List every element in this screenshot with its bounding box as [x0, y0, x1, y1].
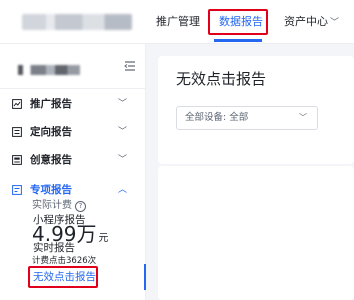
sidebar-item-promotion-report[interactable]: 推广报告 ﹀ [0, 90, 146, 118]
stat-card [158, 166, 354, 300]
creative-icon [12, 155, 22, 165]
sidebar-item-creative-report[interactable]: 创意报告 ﹀ [0, 146, 146, 174]
sidebar-divider [0, 88, 146, 89]
stat-subtext: 计费点击3626次 [32, 256, 97, 266]
special-report-icon [12, 185, 22, 195]
top-navigation: 推广管理 数据报告 资产中心 ﹀ [0, 0, 354, 44]
target-list-icon [12, 127, 22, 137]
sidebar-item-label: 推广报告 [30, 98, 72, 110]
account-name [18, 65, 80, 75]
chevron-down-icon: ﹀ [330, 18, 340, 28]
chevron-down-icon: ﹀ [118, 99, 128, 109]
main-content: 无效点击报告 全部设备: 全部 ﹀ [146, 44, 354, 300]
help-icon[interactable]: ? [75, 201, 86, 212]
sidebar-item-label: 定向报告 [30, 126, 72, 138]
device-filter-value: 全部 [229, 112, 249, 123]
chevron-down-icon: ﹀ [118, 127, 128, 137]
filter-card: 无效点击报告 全部设备: 全部 ﹀ [158, 56, 354, 164]
active-tab-indicator [214, 39, 262, 42]
menu-collapse-icon[interactable] [124, 60, 136, 72]
nav-tab-promotion[interactable]: 推广管理 [156, 12, 200, 32]
sidebar-item-targeting-report[interactable]: 定向报告 ﹀ [0, 118, 146, 146]
highlight-box [208, 9, 268, 35]
chevron-down-icon: ﹀ [299, 113, 307, 122]
nav-tab-label: 推广管理 [156, 15, 200, 28]
stat-unit: 元 [98, 233, 109, 244]
page-title: 无效点击报告 [176, 70, 267, 88]
device-filter-label: 全部设备: [185, 112, 227, 123]
highlight-box [28, 266, 98, 288]
sidebar-item-label: 创意报告 [30, 154, 72, 166]
stat-value-number: 4.99万 [32, 222, 97, 246]
stat-label: 实际计费? [32, 196, 86, 212]
chart-icon [12, 99, 22, 109]
stat-label-text: 实际计费 [32, 200, 72, 211]
nav-tab-label: 资产中心 [284, 15, 328, 28]
nav-tab-assets[interactable]: 资产中心 ﹀ [284, 12, 339, 32]
stat-value: 4.99万元 [32, 218, 109, 247]
device-filter-select[interactable]: 全部设备: 全部 ﹀ [176, 106, 318, 130]
chevron-down-icon: ﹀ [118, 155, 128, 165]
logo[interactable] [22, 14, 132, 30]
chevron-up-icon: ︿ [118, 185, 128, 195]
